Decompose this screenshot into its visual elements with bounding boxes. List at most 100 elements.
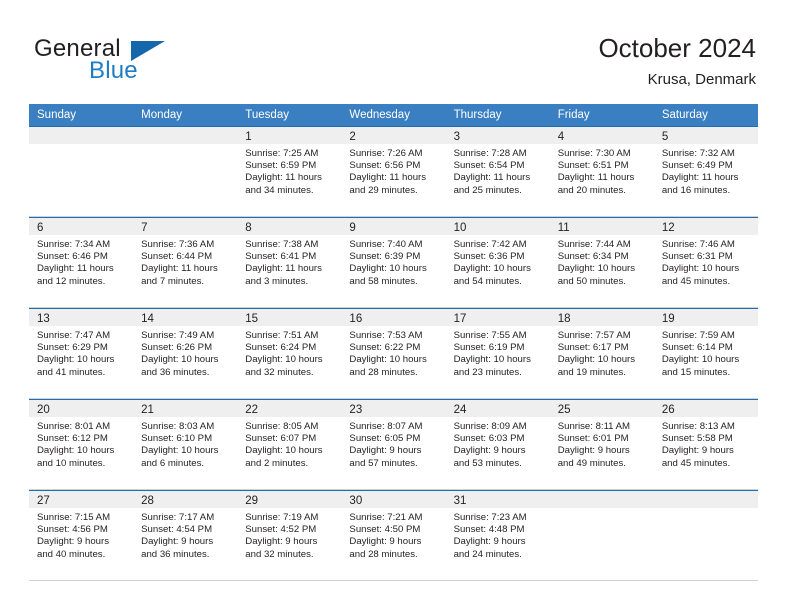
day-cell[interactable]: 25 Sunrise: 8:11 AM Sunset: 6:01 PM Dayligh… bbox=[549, 399, 654, 489]
daylight-text-line1: Daylight: 11 hours bbox=[453, 172, 531, 184]
day-cell[interactable]: 14 Sunrise: 7:49 AM Sunset: 6:26 PM Dayligh… bbox=[133, 308, 238, 398]
day-cell-empty bbox=[653, 490, 758, 580]
sunset-text: Sunset: 6:51 PM bbox=[557, 160, 629, 172]
general-blue-logo[interactable]: General Blue bbox=[34, 35, 244, 87]
sunrise-text: Sunrise: 7:38 AM bbox=[245, 239, 319, 250]
day-number-band bbox=[133, 127, 238, 144]
day-cell[interactable]: 4 Sunrise: 7:30 AM Sunset: 6:51 PM Daylight… bbox=[549, 126, 654, 216]
sunset-text: Sunset: 6:44 PM bbox=[141, 251, 213, 263]
daylight-text-line2: and 19 minutes. bbox=[557, 366, 626, 378]
daylight-text-line1: Daylight: 11 hours bbox=[661, 172, 739, 184]
day-number: 28 bbox=[141, 495, 154, 507]
day-sun-info: Sunrise: 7:23 AM Sunset: 4:48 PM Daylight:… bbox=[446, 508, 550, 561]
daylight-text-line1: Daylight: 10 hours bbox=[453, 263, 531, 275]
sunrise-text: Sunrise: 7:34 AM bbox=[37, 239, 111, 250]
sunset-text: Sunset: 6:24 PM bbox=[245, 342, 317, 354]
day-number: 7 bbox=[141, 222, 148, 234]
sunset-text: Sunset: 6:12 PM bbox=[37, 433, 108, 445]
sunset-text: Sunset: 6:54 PM bbox=[453, 160, 525, 172]
day-cell[interactable]: 12 Sunrise: 7:46 AM Sunset: 6:31 PM Dayligh… bbox=[653, 217, 758, 307]
daylight-text-line1: Daylight: 9 hours bbox=[349, 536, 422, 548]
day-cell[interactable]: 23 Sunrise: 8:07 AM Sunset: 6:05 PM Dayligh… bbox=[341, 399, 446, 489]
daylight-text-line2: and 10 minutes. bbox=[37, 457, 106, 469]
logo-text-blue: Blue bbox=[89, 57, 138, 84]
daylight-text-line1: Daylight: 10 hours bbox=[661, 354, 740, 366]
day-cell[interactable]: 27 Sunrise: 7:15 AM Sunset: 4:56 PM Dayligh… bbox=[29, 490, 134, 580]
weekday-monday: Monday bbox=[141, 109, 183, 121]
sunrise-text: Sunrise: 7:47 AM bbox=[37, 330, 111, 341]
daylight-text-line2: and 32 minutes. bbox=[245, 366, 314, 378]
sunrise-text: Sunrise: 7:55 AM bbox=[453, 330, 527, 341]
calendar-grid: Sunday Monday Tuesday Wednesday Thursday… bbox=[29, 104, 758, 581]
day-sun-info: Sunrise: 7:49 AM Sunset: 6:26 PM Daylight:… bbox=[133, 326, 237, 379]
daylight-text-line1: Daylight: 10 hours bbox=[349, 263, 427, 275]
daylight-text-line2: and 7 minutes. bbox=[141, 275, 205, 287]
sunrise-text: Sunrise: 7:59 AM bbox=[661, 330, 735, 341]
day-cell[interactable]: 22 Sunrise: 8:05 AM Sunset: 6:07 PM Dayligh… bbox=[237, 399, 342, 489]
daylight-text-line1: Daylight: 11 hours bbox=[245, 263, 322, 275]
week-row: 13 Sunrise: 7:47 AM Sunset: 6:29 PM Dayligh… bbox=[29, 308, 758, 399]
day-cell[interactable]: 28 Sunrise: 7:17 AM Sunset: 4:54 PM Dayligh… bbox=[133, 490, 238, 580]
day-cell[interactable]: 19 Sunrise: 7:59 AM Sunset: 6:14 PM Dayligh… bbox=[653, 308, 758, 398]
day-sun-info: Sunrise: 7:32 AM Sunset: 6:49 PM Daylight:… bbox=[654, 144, 758, 197]
weekday-friday: Friday bbox=[557, 109, 590, 121]
day-number: 3 bbox=[453, 131, 460, 143]
day-number-band: 13 bbox=[29, 309, 134, 326]
day-sun-info: Sunrise: 7:17 AM Sunset: 4:54 PM Daylight:… bbox=[133, 508, 237, 561]
day-cell[interactable]: 13 Sunrise: 7:47 AM Sunset: 6:29 PM Dayligh… bbox=[29, 308, 134, 398]
sunrise-text: Sunrise: 7:17 AM bbox=[141, 512, 215, 523]
daylight-text-line2: and 45 minutes. bbox=[661, 275, 731, 287]
day-cell[interactable]: 6 Sunrise: 7:34 AM Sunset: 6:46 PM Daylight… bbox=[29, 217, 134, 307]
sunset-text: Sunset: 6:36 PM bbox=[453, 251, 525, 263]
day-cell[interactable]: 29 Sunrise: 7:19 AM Sunset: 4:52 PM Dayligh… bbox=[237, 490, 342, 580]
day-number-band: 20 bbox=[29, 400, 134, 417]
weeks-container: 1 Sunrise: 7:25 AM Sunset: 6:59 PM Daylight… bbox=[29, 126, 758, 581]
day-cell[interactable]: 15 Sunrise: 7:51 AM Sunset: 6:24 PM Dayligh… bbox=[237, 308, 342, 398]
day-number-band: 7 bbox=[133, 218, 238, 235]
day-sun-info: Sunrise: 7:57 AM Sunset: 6:17 PM Daylight:… bbox=[550, 326, 654, 379]
sunrise-text: Sunrise: 8:05 AM bbox=[245, 421, 319, 432]
weekday-tuesday: Tuesday bbox=[245, 109, 289, 121]
daylight-text-line2: and 2 minutes. bbox=[245, 457, 309, 469]
day-cell[interactable]: 8 Sunrise: 7:38 AM Sunset: 6:41 PM Daylight… bbox=[237, 217, 342, 307]
day-sun-info: Sunrise: 7:34 AM Sunset: 6:46 PM Daylight:… bbox=[29, 235, 133, 288]
day-cell[interactable]: 5 Sunrise: 7:32 AM Sunset: 6:49 PM Daylight… bbox=[653, 126, 758, 216]
daylight-text-line1: Daylight: 9 hours bbox=[453, 536, 526, 548]
sunset-text: Sunset: 4:52 PM bbox=[245, 524, 317, 536]
day-cell[interactable]: 21 Sunrise: 8:03 AM Sunset: 6:10 PM Dayligh… bbox=[133, 399, 238, 489]
sunset-text: Sunset: 6:05 PM bbox=[349, 433, 421, 445]
sunset-text: Sunset: 6:26 PM bbox=[141, 342, 213, 354]
sunset-text: Sunset: 6:03 PM bbox=[453, 433, 525, 445]
day-cell[interactable]: 3 Sunrise: 7:28 AM Sunset: 6:54 PM Daylight… bbox=[445, 126, 550, 216]
sunrise-text: Sunrise: 8:01 AM bbox=[37, 421, 111, 432]
day-cell[interactable]: 30 Sunrise: 7:21 AM Sunset: 4:50 PM Dayligh… bbox=[341, 490, 446, 580]
day-cell[interactable]: 24 Sunrise: 8:09 AM Sunset: 6:03 PM Dayligh… bbox=[445, 399, 550, 489]
sunset-text: Sunset: 6:34 PM bbox=[557, 251, 629, 263]
daylight-text-line1: Daylight: 9 hours bbox=[557, 445, 630, 457]
day-cell[interactable]: 7 Sunrise: 7:36 AM Sunset: 6:44 PM Daylight… bbox=[133, 217, 238, 307]
day-number-band bbox=[653, 491, 758, 508]
day-cell[interactable]: 31 Sunrise: 7:23 AM Sunset: 4:48 PM Dayligh… bbox=[445, 490, 550, 580]
day-cell[interactable]: 9 Sunrise: 7:40 AM Sunset: 6:39 PM Daylight… bbox=[341, 217, 446, 307]
daylight-text-line1: Daylight: 9 hours bbox=[661, 445, 734, 457]
day-cell[interactable]: 2 Sunrise: 7:26 AM Sunset: 6:56 PM Daylight… bbox=[341, 126, 446, 216]
sunset-text: Sunset: 4:54 PM bbox=[141, 524, 213, 536]
day-sun-info: Sunrise: 7:53 AM Sunset: 6:22 PM Daylight:… bbox=[341, 326, 445, 379]
daylight-text-line2: and 53 minutes. bbox=[453, 457, 522, 469]
sunset-text: Sunset: 6:19 PM bbox=[453, 342, 525, 354]
day-cell[interactable]: 18 Sunrise: 7:57 AM Sunset: 6:17 PM Dayligh… bbox=[549, 308, 654, 398]
sunrise-text: Sunrise: 7:15 AM bbox=[37, 512, 111, 523]
day-cell[interactable]: 10 Sunrise: 7:42 AM Sunset: 6:36 PM Dayligh… bbox=[445, 217, 550, 307]
sunset-text: Sunset: 6:59 PM bbox=[245, 160, 317, 172]
day-number-band: 19 bbox=[653, 309, 758, 326]
day-cell[interactable]: 17 Sunrise: 7:55 AM Sunset: 6:19 PM Dayligh… bbox=[445, 308, 550, 398]
daylight-text-line1: Daylight: 11 hours bbox=[37, 263, 114, 275]
weekday-thursday: Thursday bbox=[453, 109, 502, 121]
day-sun-info: Sunrise: 7:59 AM Sunset: 6:14 PM Daylight:… bbox=[654, 326, 758, 379]
day-number-band: 3 bbox=[445, 127, 550, 144]
day-cell[interactable]: 26 Sunrise: 8:13 AM Sunset: 5:58 PM Dayligh… bbox=[653, 399, 758, 489]
day-cell[interactable]: 20 Sunrise: 8:01 AM Sunset: 6:12 PM Dayligh… bbox=[29, 399, 134, 489]
day-cell[interactable]: 16 Sunrise: 7:53 AM Sunset: 6:22 PM Dayligh… bbox=[341, 308, 446, 398]
day-cell[interactable]: 1 Sunrise: 7:25 AM Sunset: 6:59 PM Daylight… bbox=[237, 126, 342, 216]
day-cell[interactable]: 11 Sunrise: 7:44 AM Sunset: 6:34 PM Dayligh… bbox=[549, 217, 654, 307]
